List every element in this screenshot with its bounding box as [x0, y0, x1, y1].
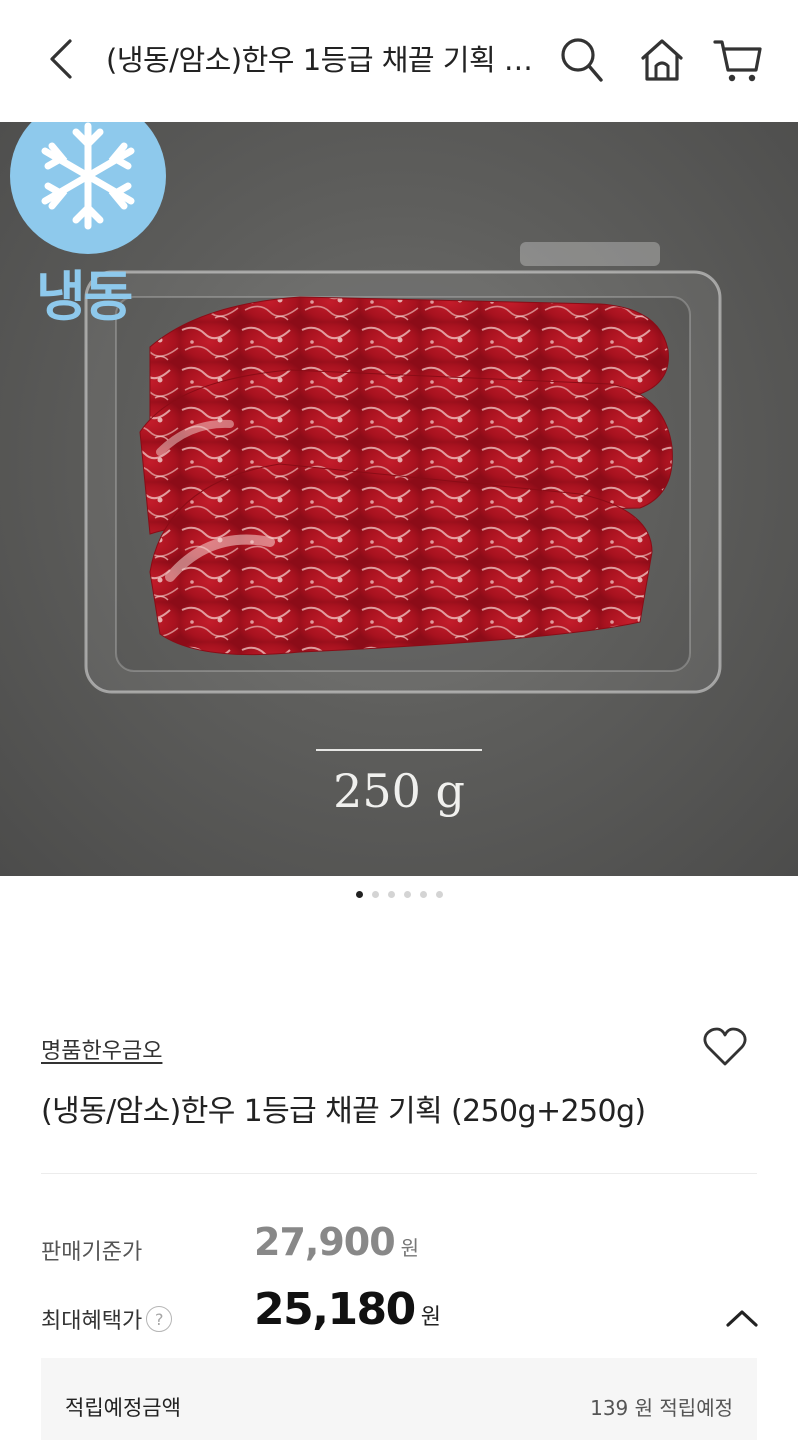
divider: [41, 1173, 757, 1174]
wishlist-button[interactable]: [700, 1024, 750, 1070]
pagination-dot-4[interactable]: [403, 891, 411, 898]
points-label: 적립예정금액: [65, 1396, 181, 1420]
help-icon[interactable]: ?: [146, 1306, 173, 1332]
search-icon: [561, 38, 603, 82]
benefit-price-label: 최대혜택가: [41, 1309, 143, 1334]
pagination-dot-5[interactable]: [419, 891, 427, 898]
home-button[interactable]: [632, 28, 692, 92]
product-photo: [10, 122, 722, 751]
base-price-value: 27,900: [254, 1220, 396, 1264]
currency-unit: 원: [420, 1305, 441, 1330]
cart-icon: [713, 40, 762, 82]
price-details-toggle[interactable]: [718, 1296, 766, 1340]
brand-link[interactable]: 명품한우금오: [41, 1033, 162, 1065]
home-icon: [641, 39, 683, 81]
benefit-price: 25,180 원: [254, 1284, 441, 1335]
back-button[interactable]: [30, 26, 90, 92]
top-app-bar: (냉동/암소)한우 1등급 채끝 기획 (250g+250g): [0, 0, 798, 122]
cart-button[interactable]: [708, 28, 768, 92]
search-button[interactable]: [552, 28, 612, 92]
frozen-badge: [10, 122, 166, 254]
benefit-price-label-group: 최대혜택가 ?: [41, 1303, 173, 1335]
points-value: 139 원 적립예정: [590, 1396, 733, 1420]
base-price-label: 판매기준가: [41, 1240, 143, 1265]
base-price: 27,900 원: [254, 1220, 419, 1264]
product-image[interactable]: 냉동 250 g: [0, 122, 798, 876]
beef-slices: [139, 296, 673, 656]
pagination-dot-2[interactable]: [371, 891, 379, 898]
frozen-label: 냉동: [36, 265, 133, 328]
chevron-left-icon: [50, 39, 72, 79]
pagination-dot-6[interactable]: [435, 891, 443, 898]
currency-unit: 원: [400, 1236, 419, 1260]
pagination-dot-3[interactable]: [387, 891, 395, 898]
page-title: (냉동/암소)한우 1등급 채끝 기획 (250g+250g): [106, 43, 538, 77]
chevron-up-icon: [726, 1310, 758, 1327]
product-name: (냉동/암소)한우 1등급 채끝 기획 (250g+250g): [41, 1094, 646, 1129]
heart-icon: [703, 1027, 747, 1066]
pagination-dot-1[interactable]: [355, 891, 363, 898]
gallery-pagination: [0, 891, 798, 903]
benefit-price-value: 25,180: [254, 1284, 416, 1335]
points-details-panel: 적립예정금액 139 원 적립예정: [41, 1358, 757, 1440]
weight-label: 250 g: [333, 764, 465, 818]
